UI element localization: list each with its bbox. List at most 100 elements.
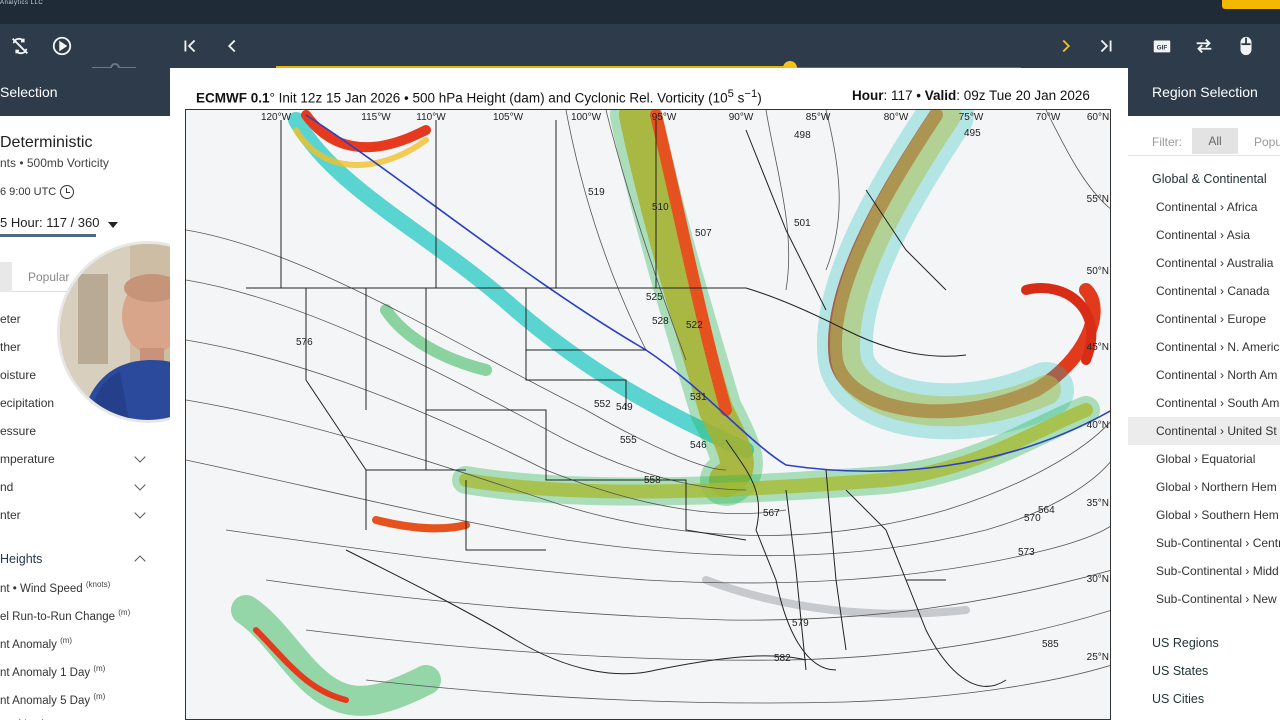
region-group[interactable]: US Regions [1152,636,1219,650]
category-item[interactable]: eter [0,312,21,326]
longitude-label: 105°W [493,112,524,123]
category-item[interactable]: oisture [0,368,36,382]
product-item[interactable]: nt Anomaly 1 Day (m) [0,664,105,679]
longitude-label: 100°W [571,112,602,123]
region-item[interactable]: Sub-Continental › Midd [1128,557,1280,585]
contour-label: 555 [620,435,637,446]
latitude-label: 50°N [1087,266,1109,277]
category-item[interactable]: ecipitation [0,396,54,410]
contour-label: 570 [1024,513,1041,524]
longitude-label: 85°W [806,112,831,123]
mouse-icon[interactable] [1232,32,1260,60]
map-valid-time: Hour: 117 • Valid: 09z Tue 20 Jan 2026 [852,88,1090,103]
longitude-label: 60°N [1087,112,1109,123]
tab-popular[interactable]: Popular [28,270,69,284]
contour-label: 525 [646,292,663,303]
region-selection-header: Region Selection [1128,68,1280,116]
product-item-label: nt Anomaly [0,638,61,651]
map-title-close: ) [757,90,762,106]
compare-icon[interactable] [1190,32,1218,60]
valid-value: : 09z Tue 20 Jan 2026 [956,88,1090,103]
product-item-unit: (m) [118,608,131,617]
contour-label: 567 [763,508,780,519]
clock-icon[interactable] [60,185,74,199]
region-item[interactable]: Continental › North Am [1128,361,1280,389]
region-item[interactable]: Continental › N. Americ [1128,333,1280,361]
contour-label: 546 [690,440,707,451]
region-item[interactable]: Continental › United St [1128,417,1280,445]
contour-label: 576 [296,337,313,348]
hour-label: Hour [852,88,884,103]
product-item[interactable]: nt Anomaly 5 Day (m) [0,692,105,707]
play-icon[interactable] [48,32,76,60]
chevron-up-icon[interactable] [134,555,146,567]
product-item-label: nt Anomaly 5 Day [0,694,94,707]
region-item[interactable]: Sub-Continental › Centr [1128,529,1280,557]
region-item[interactable]: Continental › Asia [1128,221,1280,249]
forecast-hour-select[interactable]: 5 Hour: 117 / 360 [0,215,100,230]
prev-frame-icon[interactable] [218,32,246,60]
last-frame-icon[interactable] [1092,32,1120,60]
region-item[interactable]: Continental › Canada [1128,277,1280,305]
category-item[interactable]: essure [0,424,36,438]
region-item[interactable]: Continental › Australia [1128,249,1280,277]
category-item[interactable]: ther [0,340,21,354]
category-item[interactable]: mperature [0,452,55,466]
category-item[interactable]: nter [0,508,21,522]
product-item[interactable]: nt • Wind Speed (knots) [0,580,110,595]
region-item[interactable]: Continental › South Am [1128,389,1280,417]
svg-text:GIF: GIF [1157,45,1168,52]
model-name: Deterministic [0,134,93,151]
longitude-label: 115°W [361,112,391,123]
region-item[interactable]: Global › Equatorial [1128,445,1280,473]
contour-label: 579 [792,618,809,629]
chevron-down-icon[interactable] [134,507,146,519]
chevron-down-icon[interactable] [134,479,146,491]
app-top-bar: Analytics LLC [0,0,1280,24]
contour-label: 522 [686,320,703,331]
model-init-time: 6 9:00 UTC [0,186,57,198]
weather-map[interactable]: 120°W 115°W 110°W 105°W 100°W 95°W 90°W 85°W 80°… [185,109,1111,720]
next-frame-icon[interactable] [1052,32,1080,60]
contour-label: 510 [652,202,669,213]
latitude-label: 55°N [1087,194,1109,205]
filter-popular-button[interactable]: Popu [1254,135,1280,149]
chevron-down-icon[interactable] [108,222,118,228]
map-title-unit: s [733,90,745,106]
map-title: ECMWF 0.1° Init 12z 15 Jan 2026 • 500 hP… [196,88,762,106]
region-group[interactable]: US States [1152,664,1208,678]
longitude-label: 95°W [652,112,677,123]
region-item[interactable]: Continental › Africa [1128,193,1280,221]
chevron-down-icon[interactable] [134,451,146,463]
category-item[interactable]: nd [0,480,13,494]
top-accent-button[interactable] [1222,0,1280,9]
region-item[interactable]: Sub-Continental › New [1128,585,1280,613]
region-item[interactable]: Global › Southern Hem [1128,501,1280,529]
left-panel-header: Selection [0,68,170,116]
product-item-unit: (knots) [85,580,111,589]
filter-all-button[interactable]: All [1192,128,1238,154]
hour-progress [0,234,96,237]
region-group[interactable]: US Cities [1152,692,1204,706]
first-frame-icon[interactable] [176,32,204,60]
model-subtitle: nts • 500mb Vorticity [0,156,109,170]
product-item[interactable]: el Run-to-Run Change (m) [0,608,130,623]
product-item-label: nt • Wind Speed [0,582,86,595]
longitude-label: 90°W [729,112,754,123]
region-item[interactable]: Global › Northern Hem [1128,473,1280,501]
product-item[interactable]: nt Anomaly (m) [0,636,72,651]
product-item-unit: (m) [93,692,106,701]
group-global-continental[interactable]: Global & Continental [1152,172,1267,186]
filter-row: Filter: All Popu [1128,126,1280,156]
contour-label: 501 [794,218,811,229]
tab-all[interactable] [0,262,12,292]
longitude-label: 75°W [959,112,984,123]
contour-label: 585 [1042,639,1059,650]
contour-label: 549 [616,402,633,413]
gif-icon[interactable]: GIF [1148,32,1176,60]
region-item[interactable]: Continental › Europe [1128,305,1280,333]
latitude-label: 40°N [1087,420,1109,431]
loop-off-icon[interactable] [6,32,34,60]
category-item[interactable]: Heights [0,552,42,566]
contour-label: 531 [690,392,707,403]
